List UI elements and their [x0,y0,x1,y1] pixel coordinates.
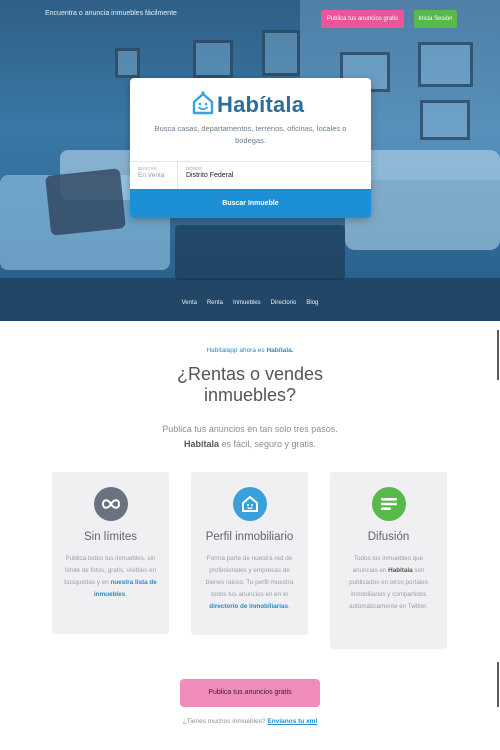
rebrand-prefix: Habitalapp ahora es [206,347,265,354]
xml-question: ¿Tienes muchos inmuebles? [182,718,266,725]
feature-title: Sin límites [83,531,138,543]
search-property-button[interactable]: Buscar Inmueble [130,189,371,218]
subtitle-line-1: Publica tus anuncios en tan solo tres pa… [162,424,338,434]
operation-type-value: En Venta [138,172,165,179]
agencies-directory-link[interactable]: directorio de inmobiliarias [209,603,288,610]
search-card-tagline: Busca casas, departamentos, terrenos, of… [154,124,347,145]
house-icon [232,487,267,521]
nav-link-directorio[interactable]: Directorio [271,300,297,306]
subtitle-line-2-text: es fácil, seguro y gratis. [221,439,317,449]
nav-link-blog[interactable]: Blog [306,300,318,306]
subtitle-brand: Habítala [183,439,219,449]
habitala-logo[interactable]: Habítala [192,91,305,120]
xml-upload-prompt: ¿Tienes muchos inmuebles? Envíanos tu xm… [0,718,500,725]
subtitle-line-2: Habítala es fácil, seguro y gratis. [0,437,500,452]
operation-type-select[interactable]: Buscas En Venta [130,162,178,189]
wall-frame [420,100,470,140]
login-button[interactable]: Inicia Sesión [414,10,457,28]
rebrand-brand: Habítala. [266,347,294,354]
feature-card-perfil: Perfil inmobiliario Forma parte de nuest… [191,472,308,635]
feature-card-difusion: Difusión Todos los inmuebles que anuncia… [330,472,447,649]
wall-frame [262,30,300,76]
feature-brand: Habítala [388,567,413,574]
headline-line-1: ¿Rentas o vendes [176,364,324,384]
hero-top-tagline: Encuentra o anuncia inmuebles fácilmente [45,10,177,17]
feature-body: Publica todos tus inmuebles, sin límite … [64,553,157,601]
pillow [45,168,126,236]
nav-link-venta[interactable]: Venta [182,300,197,306]
search-card: Habítala Busca casas, departamentos, ter… [130,78,371,218]
rebrand-notice: Habitalapp ahora es Habítala. [0,347,500,354]
feature-body-text: Forma parte de nuestra red de profesiona… [205,555,294,598]
publish-ads-top-button[interactable]: Publica tus anuncios gratis [321,10,404,28]
message-icon [371,487,406,521]
nav-link-renta[interactable]: Renta [207,300,223,306]
search-fields: Buscas En Venta Dónde Distrito Federal [130,161,371,189]
coffee-table [175,225,345,280]
publish-ads-button[interactable]: Publica tus anuncios gratis [180,679,320,707]
wall-frame [193,40,233,78]
wall-frame [418,42,473,87]
infinity-icon [93,487,128,521]
scrollbar-thumb-lower[interactable] [497,662,499,707]
location-input[interactable]: Dónde Distrito Federal [178,162,371,189]
headline-line-2: inmuebles? [203,385,297,405]
feature-body: Forma parte de nuestra red de profesiona… [203,553,296,613]
nav-link-inmuebles[interactable]: Inmuebles [233,300,261,306]
operation-type-label: Buscas [138,166,157,171]
page-headline: ¿Rentas o vendes inmuebles? [0,364,500,406]
wall-frame [115,48,140,78]
feature-card-sin-limites: Sin límites Publica todos tus inmuebles,… [52,472,169,634]
feature-title: Difusión [367,531,410,543]
hero-section: Encuentra o anuncia inmuebles fácilmente… [0,0,500,321]
feature-body-end: . [125,591,127,598]
location-label: Dónde [186,166,203,171]
feature-body-end: . [287,603,290,610]
logo-text: Habítala [217,92,305,117]
send-xml-link[interactable]: Envíanos tu xml [267,718,317,725]
house-logo-icon [192,91,214,120]
feature-body: Todos los inmuebles que anuncias en Habí… [342,553,435,613]
feature-title: Perfil inmobiliario [205,531,294,543]
hero-nav: Venta Renta Inmuebles Directorio Blog [0,300,500,306]
intro-subtitle: Publica tus anuncios en tan solo tres pa… [0,422,500,452]
location-value: Distrito Federal [186,172,234,179]
